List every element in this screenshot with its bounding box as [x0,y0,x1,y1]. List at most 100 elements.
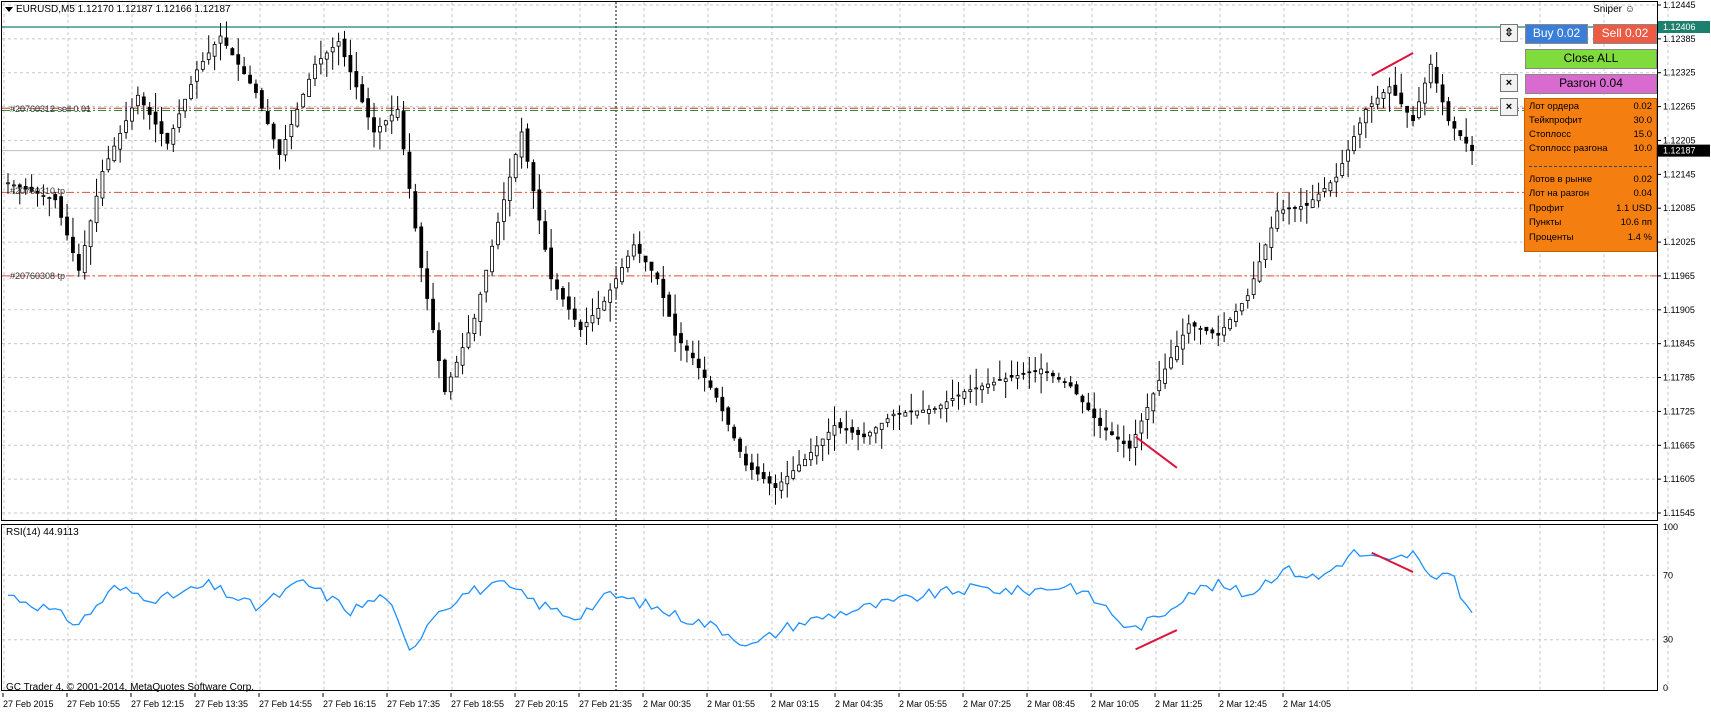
pin-icon[interactable]: ⇳ [1500,24,1518,42]
candle-body [1056,377,1061,380]
candle-body [1045,371,1049,374]
candle-body [71,236,75,254]
candle-body [572,308,577,320]
candle-body [655,272,660,280]
candle-body [1281,209,1286,214]
candle-body [808,452,813,461]
candle-body [932,408,937,410]
candle-body [1121,440,1126,444]
close-icon[interactable]: × [1500,74,1518,92]
candle-body [501,199,506,222]
time-tick-label: 2 Mar 01:55 [707,699,755,709]
candle-body [980,385,984,391]
close-icon[interactable]: × [1500,98,1518,116]
time-tick-label: 27 Feb 2015 [3,699,54,709]
dropdown-triangle-icon[interactable] [5,6,13,12]
close-all-button[interactable]: Close ALL [1525,49,1657,69]
candle-body [1346,149,1351,162]
candle-body [1222,326,1227,336]
time-tick-label: 2 Mar 05:55 [899,699,947,709]
candle-body [1269,227,1274,248]
candle-body [1104,427,1108,431]
candle-body [938,404,943,410]
candle-body [212,44,217,57]
divergence-line [1371,551,1414,573]
candle-body [354,71,359,88]
candle-body [183,98,188,112]
candle-body [1304,202,1309,206]
candle-body [903,412,908,417]
candle-body [1422,82,1427,104]
candle-body [218,35,223,44]
candle-body [1263,244,1268,261]
time-tick-label: 27 Feb 10:55 [67,699,120,709]
trade-info-panel: Лот ордера 0.02 Тейкпрофит 30.0 Стоплосс 15… [1524,98,1657,252]
candle-body [950,398,955,401]
candle-body [679,333,683,344]
price-chart[interactable]: 1.124451.123851.123251.122651.122051.121… [0,0,1711,523]
sell-button[interactable]: Sell 0.02 [1593,24,1657,44]
time-tick-label: 2 Mar 00:35 [643,699,691,709]
candle-body [1127,440,1132,449]
candle-body [761,472,766,479]
rsi-line [7,548,1473,651]
candle-body [1086,402,1091,411]
candle-body [1210,329,1215,334]
ask-price-label: 1.12406 [1663,22,1696,32]
expert-advisor-tag[interactable]: Sniper ☺ [1593,4,1635,15]
candle-body [1316,193,1321,202]
candle-body [1405,105,1410,113]
candle-body [773,483,778,489]
candle-body [65,216,69,236]
rsi-panel[interactable]: 100 70 30 0 [0,523,1711,693]
candle-body [537,189,542,221]
candle-body [1458,130,1463,137]
smiley-icon: ☺ [1624,4,1635,15]
candle-body [1375,97,1380,105]
candle-body [407,151,412,189]
candle-body [1358,122,1362,135]
candle-body [885,418,890,423]
candle-body [1428,63,1433,84]
candle-body [153,111,158,125]
panel-separator [1529,166,1652,167]
candle-body [578,321,583,330]
candle-body [956,394,961,397]
candle-body [584,322,589,328]
buy-button[interactable]: Buy 0.02 [1525,24,1588,44]
candle-body [803,458,807,467]
candle-body [189,84,193,100]
rsi-axis-label: 70 [1663,570,1673,580]
candle-body [242,66,247,75]
candle-body [307,78,311,97]
candle-body [1399,92,1404,105]
candle-body [997,378,1002,381]
candle-body [1204,326,1209,332]
expert-name: Sniper [1593,4,1622,15]
candle-body [555,279,559,290]
candle-body [525,128,530,162]
candle-body [437,330,441,362]
bid-price-label: 1.12187 [1663,146,1696,156]
candle-body [342,38,347,58]
candle-body [838,422,843,429]
candle-body [1169,357,1173,369]
candle-body [82,245,87,274]
candle-body [673,313,678,336]
razgon-button[interactable]: Разгон 0.04 [1525,74,1657,94]
candle-body [271,123,276,140]
candle-body [1411,115,1415,122]
candle-body [1239,303,1244,312]
candle-body [454,361,459,378]
candle-body [1163,368,1167,384]
time-tick-label: 2 Mar 12:45 [1219,699,1267,709]
candle-body [785,475,790,485]
candle-body [625,255,630,268]
time-tick-label: 2 Mar 14:05 [1283,699,1331,709]
candle-body [696,358,701,369]
candle-body [401,111,406,150]
candle-body [749,462,754,470]
candle-body [76,254,81,271]
candle-body [667,294,672,317]
candle-body [1310,199,1315,208]
